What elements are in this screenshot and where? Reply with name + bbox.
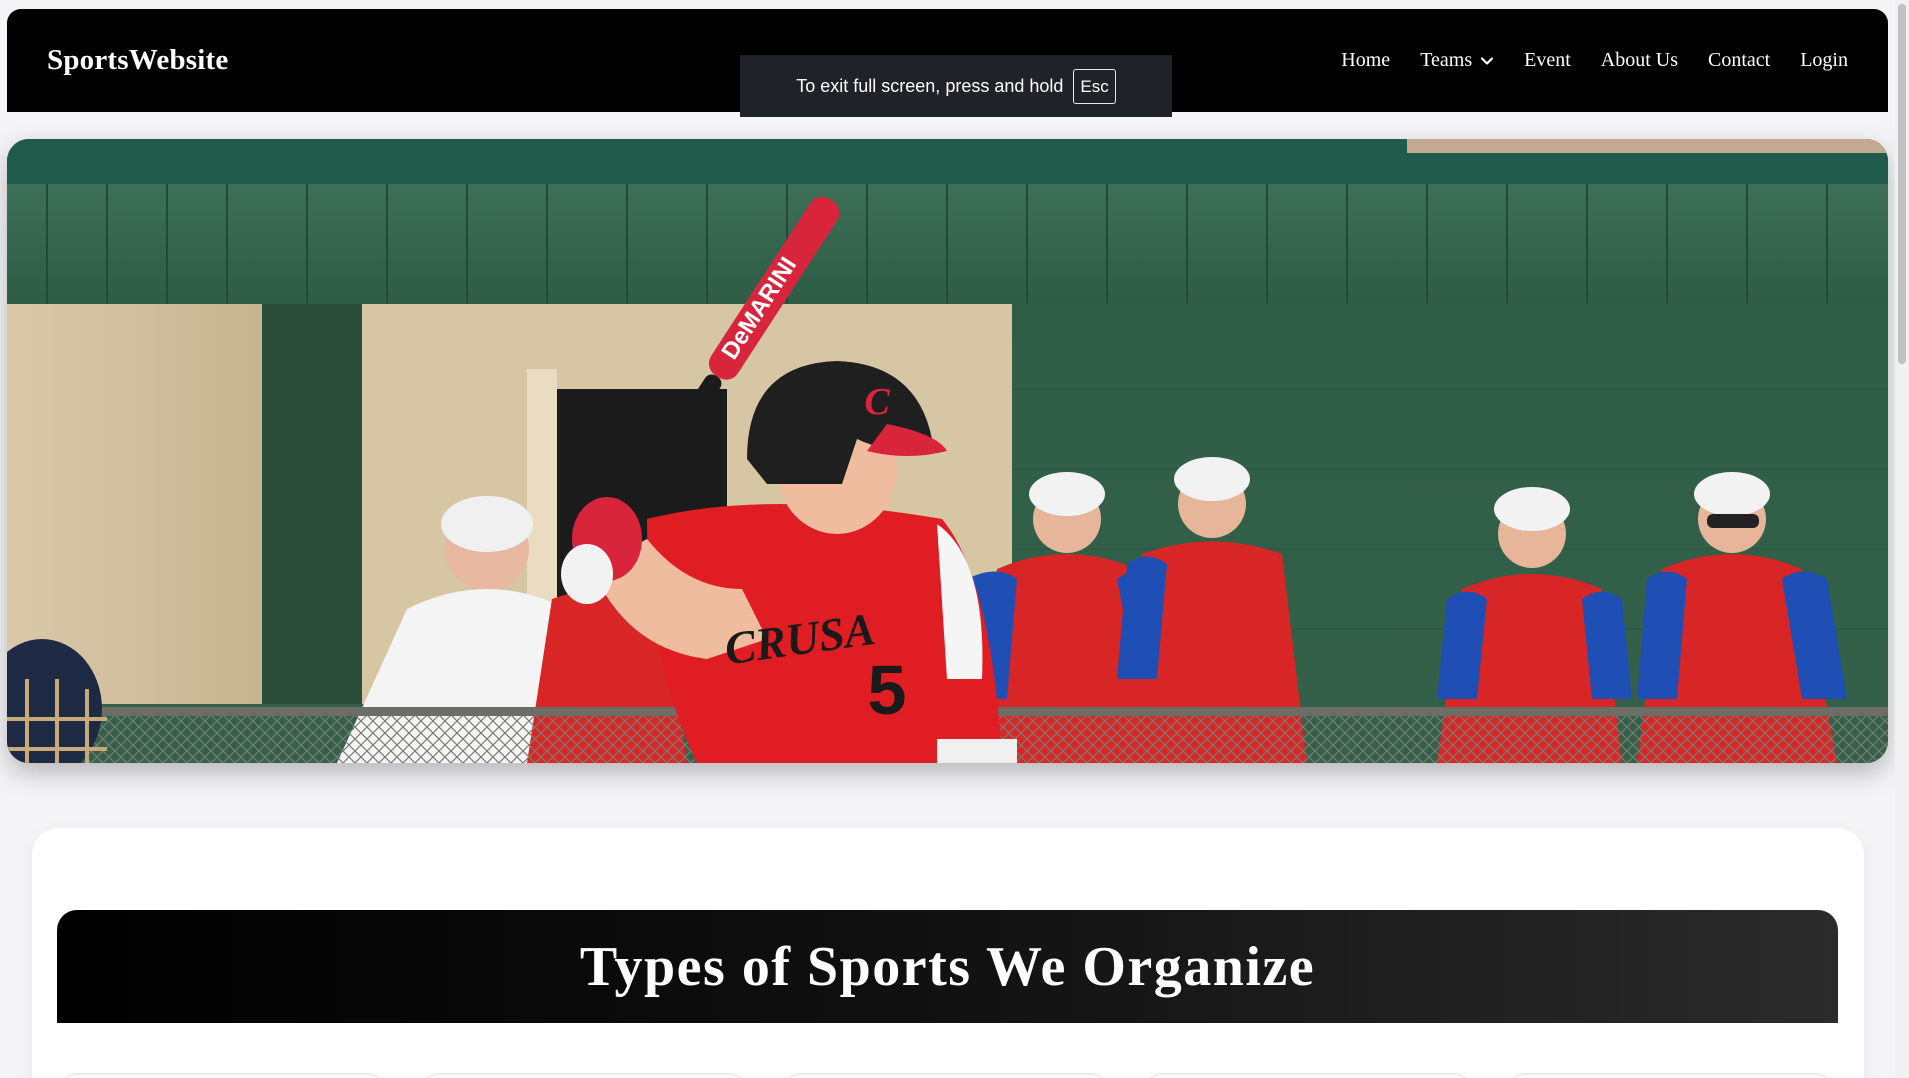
nav-about-link[interactable]: About Us xyxy=(1601,49,1678,72)
section-title: Types of Sports We Organize xyxy=(579,935,1316,998)
sport-card[interactable] xyxy=(419,1073,749,1078)
svg-text:C: C xyxy=(864,381,890,423)
baseball-batter-photo: DeMARINI C CRUSA 5 xyxy=(7,139,1888,763)
sport-card[interactable] xyxy=(1143,1073,1473,1078)
brand-logo[interactable]: SportsWebsite xyxy=(47,44,228,77)
page: SportsWebsite Home Teams Event About Us … xyxy=(0,0,1909,1078)
scrollbar-thumb[interactable] xyxy=(1898,4,1906,364)
sport-card[interactable] xyxy=(781,1073,1111,1078)
nav-event-link[interactable]: Event xyxy=(1524,49,1571,72)
chevron-down-icon xyxy=(1481,56,1494,65)
nav-teams-label: Teams xyxy=(1420,49,1473,71)
hero-image: DeMARINI C CRUSA 5 xyxy=(7,139,1888,763)
jersey-number: 5 xyxy=(868,651,907,729)
sports-types-section: Types of Sports We Organize xyxy=(32,828,1864,1078)
section-title-banner: Types of Sports We Organize xyxy=(57,910,1838,1023)
fullscreen-notice-text: To exit full screen, press and hold xyxy=(796,75,1064,96)
sport-card[interactable] xyxy=(1505,1073,1835,1078)
page-scrollbar[interactable] xyxy=(1895,0,1909,1078)
sport-card[interactable] xyxy=(57,1073,387,1078)
nav-home-link[interactable]: Home xyxy=(1341,49,1390,72)
nav-links: Home Teams Event About Us Contact Login xyxy=(1341,49,1848,72)
nav-contact-link[interactable]: Contact xyxy=(1708,49,1770,72)
nav-teams-dropdown[interactable]: Teams xyxy=(1420,49,1494,72)
fullscreen-exit-notice: To exit full screen, press and hold Esc xyxy=(740,55,1172,117)
nav-login-link[interactable]: Login xyxy=(1800,49,1848,72)
esc-key-badge: Esc xyxy=(1073,68,1116,104)
sport-cards-row xyxy=(57,1073,1838,1078)
